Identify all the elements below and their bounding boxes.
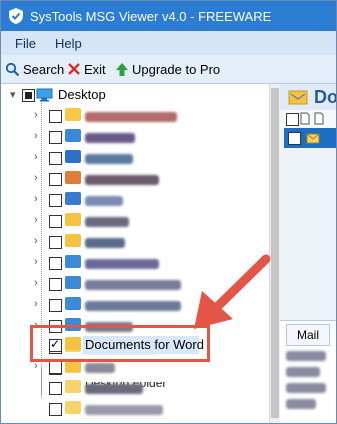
annotation-arrow-icon	[194, 254, 271, 329]
app-window: SysTools MSG Viewer v4.0 - FREEWARE File…	[0, 0, 337, 424]
